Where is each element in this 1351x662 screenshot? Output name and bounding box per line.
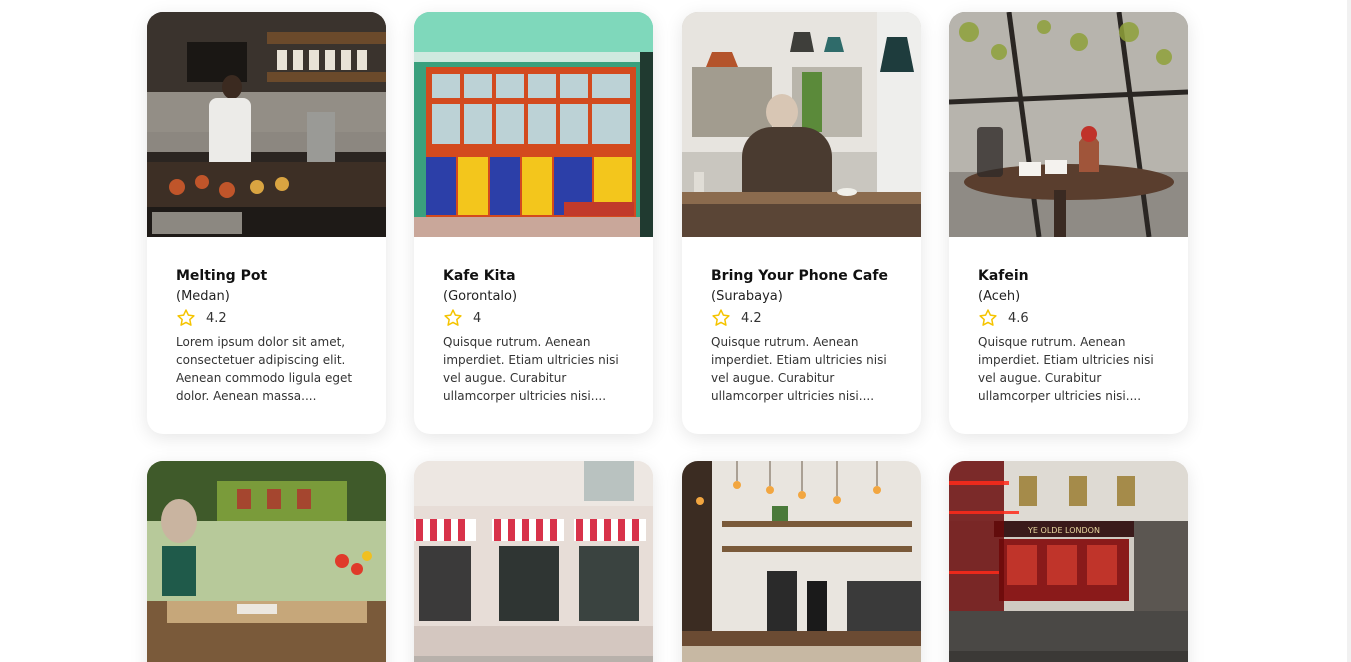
cafe-city: (Medan)	[176, 289, 230, 304]
garden-terrace-cafe-photo	[147, 461, 386, 662]
cafe-photo	[949, 12, 1188, 237]
cafe-photo	[414, 461, 653, 662]
rating-value: 4.6	[1008, 310, 1029, 326]
cafe-city: (Surabaya)	[711, 289, 783, 304]
cafe-card-body: Bring Your Phone Cafe (Surabaya) 4.2 Qui…	[682, 237, 921, 434]
cafe-listing-page: Melting Pot (Medan) 4.2 Lorem ipsum dolo…	[0, 0, 1351, 662]
cafe-card[interactable]: Melting Pot (Medan) 4.2 Lorem ipsum dolo…	[147, 12, 386, 434]
cafe-name[interactable]: Bring Your Phone Cafe	[711, 267, 892, 285]
pub-sign-text: YE OLDE LONDON	[1027, 526, 1100, 535]
coffee-bar-photo	[147, 12, 386, 237]
cafe-photo	[682, 12, 921, 237]
ye-olde-london-pub-photo: YE OLDE LONDON	[949, 461, 1188, 662]
cafe-description: Quisque rutrum. Aenean imperdiet. Etiam …	[978, 335, 1154, 403]
french-press-table-photo	[949, 12, 1188, 237]
cafe-rating: 4.2	[711, 307, 892, 329]
cafe-photo	[414, 12, 653, 237]
cafe-card[interactable]: Kafein (Aceh) 4.6 Quisque rutrum. Aenean…	[949, 12, 1188, 434]
cafe-photo	[147, 12, 386, 237]
cafe-description: Quisque rutrum. Aenean imperdiet. Etiam …	[443, 335, 619, 403]
cafe-name[interactable]: Kafein	[978, 267, 1159, 285]
colorful-storefront-photo	[414, 12, 653, 237]
cafe-description: Quisque rutrum. Aenean imperdiet. Etiam …	[711, 335, 887, 403]
star-icon	[177, 309, 195, 326]
cafe-name[interactable]: Melting Pot	[176, 267, 357, 285]
cafe-rating: 4.2	[176, 307, 357, 329]
rating-value: 4.2	[741, 310, 762, 326]
cafe-card[interactable]: Bring Your Phone Cafe (Surabaya) 4.2 Qui…	[682, 12, 921, 434]
cafe-card[interactable]	[682, 461, 921, 662]
cafe-photo: YE OLDE LONDON	[949, 461, 1188, 662]
rating-value: 4	[473, 310, 482, 326]
star-icon	[712, 309, 730, 326]
cafe-description: Lorem ipsum dolor sit amet, consectetuer…	[176, 335, 353, 403]
coffee-counter-with-pendant-lights-photo	[682, 461, 921, 662]
cafe-card[interactable]	[147, 461, 386, 662]
cafe-card-body: Melting Pot (Medan) 4.2 Lorem ipsum dolo…	[147, 237, 386, 434]
striped-awning-storefront-photo	[414, 461, 653, 662]
cafe-rating: 4	[443, 307, 624, 329]
cafe-card[interactable]: YE OLDE LONDON	[949, 461, 1188, 662]
cafe-card-body: Kafe Kita (Gorontalo) 4 Quisque rutrum. …	[414, 237, 653, 434]
cafe-card-body: Kafein (Aceh) 4.6 Quisque rutrum. Aenean…	[949, 237, 1188, 434]
cafe-photo	[147, 461, 386, 662]
cafe-card[interactable]	[414, 461, 653, 662]
cafe-city: (Aceh)	[978, 289, 1021, 304]
star-icon	[979, 309, 997, 326]
cafe-rating: 4.6	[978, 307, 1159, 329]
rating-value: 4.2	[206, 310, 227, 326]
cafe-name[interactable]: Kafe Kita	[443, 267, 624, 285]
cafe-photo	[682, 461, 921, 662]
cafe-card[interactable]: Kafe Kita (Gorontalo) 4 Quisque rutrum. …	[414, 12, 653, 434]
cafe-city: (Gorontalo)	[443, 289, 518, 304]
star-icon	[444, 309, 462, 326]
man-sitting-in-cafe-photo	[682, 12, 921, 237]
page-scrollbar[interactable]	[1347, 0, 1351, 662]
